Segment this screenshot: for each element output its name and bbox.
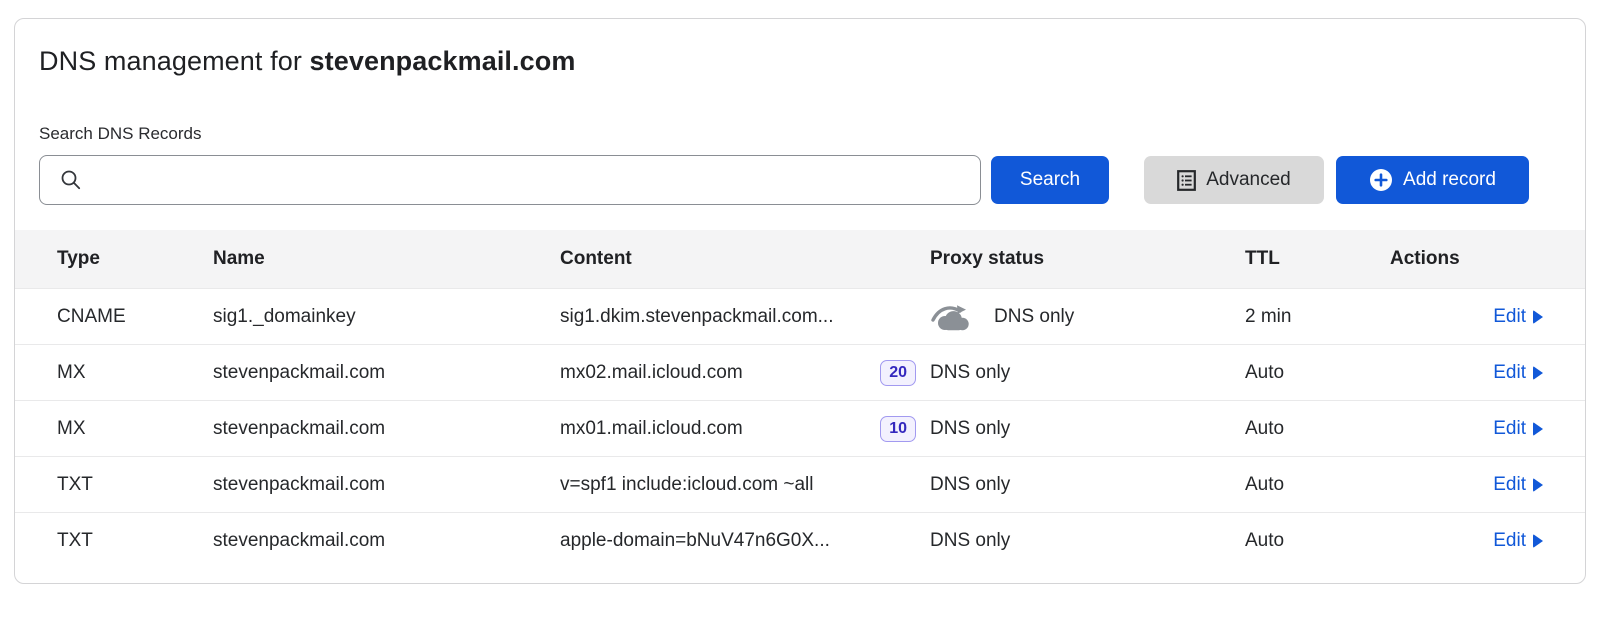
add-record-button-label: Add record bbox=[1403, 169, 1496, 191]
edit-record-link[interactable]: Edit bbox=[1493, 306, 1543, 328]
dns-records-table: Type Name Content Proxy status TTL Actio… bbox=[15, 230, 1585, 568]
page-title: DNS management for stevenpackmail.com bbox=[15, 19, 1585, 77]
record-name: stevenpackmail.com bbox=[213, 362, 560, 384]
edit-caret-icon bbox=[1533, 310, 1543, 324]
record-ttl: 2 min bbox=[1245, 306, 1390, 328]
edit-caret-icon bbox=[1533, 422, 1543, 436]
record-name: sig1._domainkey bbox=[213, 306, 560, 328]
proxy-status-text: DNS only bbox=[930, 418, 1010, 440]
edit-label: Edit bbox=[1493, 474, 1526, 496]
record-type: MX bbox=[57, 418, 213, 440]
edit-record-link[interactable]: Edit bbox=[1493, 530, 1543, 552]
column-header-ttl: TTL bbox=[1245, 248, 1390, 270]
proxy-status-text: DNS only bbox=[994, 306, 1074, 328]
proxy-status-text: DNS only bbox=[930, 474, 1010, 496]
record-name: stevenpackmail.com bbox=[213, 530, 560, 552]
record-ttl: Auto bbox=[1245, 474, 1390, 496]
edit-label: Edit bbox=[1493, 362, 1526, 384]
page-title-prefix: DNS management for bbox=[39, 46, 310, 76]
edit-record-link[interactable]: Edit bbox=[1493, 418, 1543, 440]
table-row: TXT stevenpackmail.com v=spf1 include:ic… bbox=[15, 456, 1585, 512]
table-row: MX stevenpackmail.com mx01.mail.icloud.c… bbox=[15, 400, 1585, 456]
record-type: TXT bbox=[57, 474, 213, 496]
proxy-status-text: DNS only bbox=[930, 530, 1010, 552]
table-row: CNAME sig1._domainkey sig1.dkim.stevenpa… bbox=[15, 288, 1585, 344]
table-row: MX stevenpackmail.com mx02.mail.icloud.c… bbox=[15, 344, 1585, 400]
record-ttl: Auto bbox=[1245, 362, 1390, 384]
mx-priority-badge: 20 bbox=[880, 360, 916, 386]
record-content: apple-domain=bNuV47n6G0X... bbox=[560, 530, 830, 552]
dns-only-cloud-icon bbox=[930, 301, 974, 332]
table-row: TXT stevenpackmail.com apple-domain=bNuV… bbox=[15, 512, 1585, 568]
list-document-icon bbox=[1177, 170, 1196, 191]
edit-record-link[interactable]: Edit bbox=[1493, 474, 1543, 496]
edit-label: Edit bbox=[1493, 306, 1526, 328]
record-type: CNAME bbox=[57, 306, 213, 328]
proxy-status-text: DNS only bbox=[930, 362, 1010, 384]
record-type: TXT bbox=[57, 530, 213, 552]
edit-caret-icon bbox=[1533, 534, 1543, 548]
add-record-button[interactable]: Add record bbox=[1336, 156, 1529, 204]
edit-caret-icon bbox=[1533, 366, 1543, 380]
edit-label: Edit bbox=[1493, 418, 1526, 440]
search-button-label: Search bbox=[1020, 169, 1080, 191]
record-content: mx02.mail.icloud.com bbox=[560, 362, 743, 384]
record-content: v=spf1 include:icloud.com ~all bbox=[560, 474, 813, 496]
column-header-proxy-status: Proxy status bbox=[930, 248, 1245, 270]
advanced-button-label: Advanced bbox=[1206, 169, 1291, 191]
column-header-content: Content bbox=[560, 248, 930, 270]
search-icon bbox=[60, 169, 82, 191]
search-button[interactable]: Search bbox=[991, 156, 1109, 204]
record-name: stevenpackmail.com bbox=[213, 474, 560, 496]
search-toolbar: Search Advanced Add record bbox=[39, 155, 1561, 205]
search-box[interactable] bbox=[39, 155, 981, 205]
record-type: MX bbox=[57, 362, 213, 384]
record-ttl: Auto bbox=[1245, 530, 1390, 552]
column-header-actions: Actions bbox=[1390, 248, 1543, 270]
advanced-button[interactable]: Advanced bbox=[1144, 156, 1324, 204]
edit-label: Edit bbox=[1493, 530, 1526, 552]
plus-circle-icon bbox=[1369, 168, 1393, 192]
mx-priority-badge: 10 bbox=[880, 416, 916, 442]
search-input[interactable] bbox=[92, 158, 968, 202]
record-content: sig1.dkim.stevenpackmail.com... bbox=[560, 306, 834, 328]
table-header-row: Type Name Content Proxy status TTL Actio… bbox=[15, 230, 1585, 288]
search-label: Search DNS Records bbox=[39, 124, 1561, 144]
edit-caret-icon bbox=[1533, 478, 1543, 492]
record-ttl: Auto bbox=[1245, 418, 1390, 440]
page-title-domain: stevenpackmail.com bbox=[310, 46, 576, 76]
column-header-name: Name bbox=[213, 248, 560, 270]
column-header-type: Type bbox=[57, 248, 213, 270]
record-name: stevenpackmail.com bbox=[213, 418, 560, 440]
edit-record-link[interactable]: Edit bbox=[1493, 362, 1543, 384]
dns-management-card: DNS management for stevenpackmail.com Se… bbox=[14, 18, 1586, 584]
record-content: mx01.mail.icloud.com bbox=[560, 418, 743, 440]
